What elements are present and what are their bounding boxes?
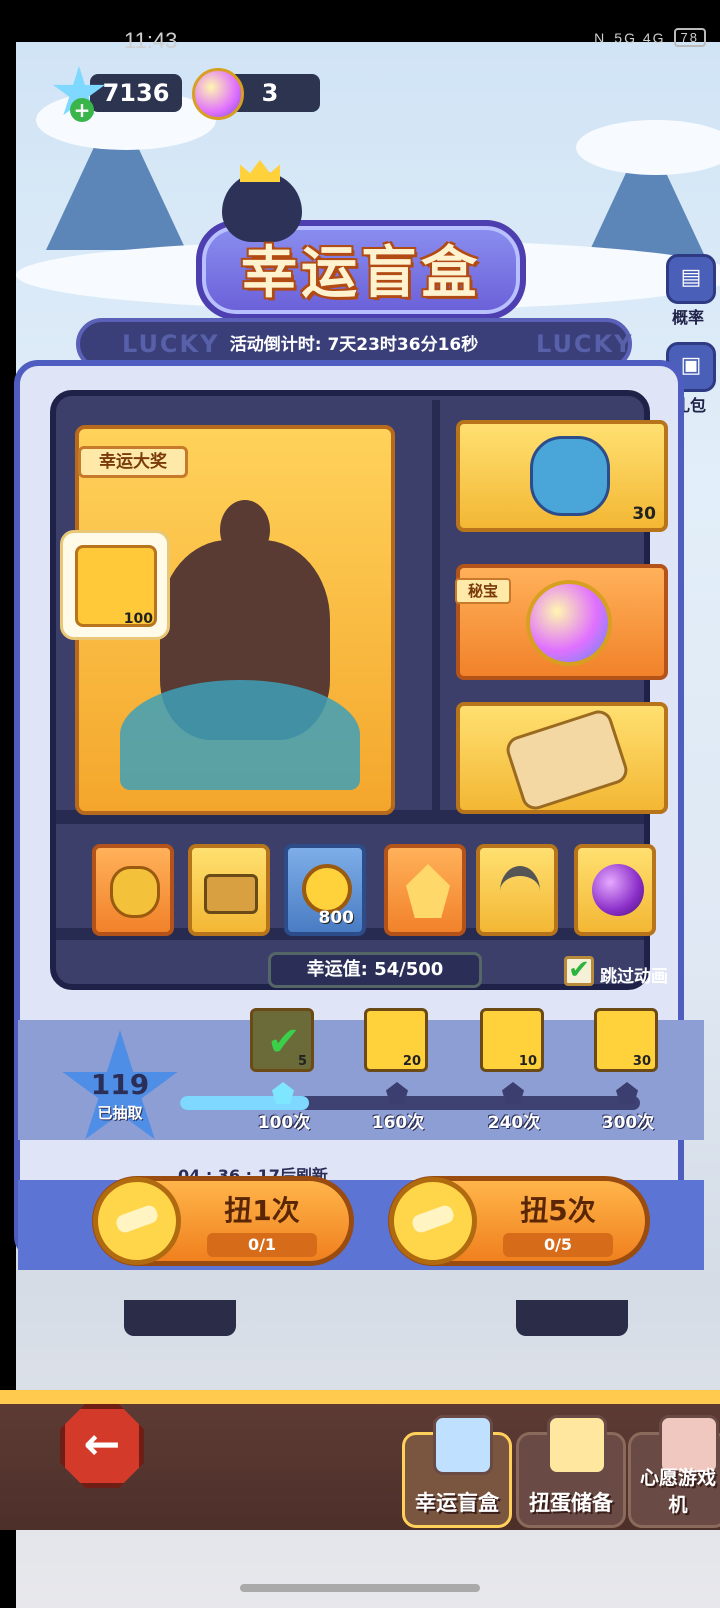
tab-wish-game-machine[interactable]: 心愿游戏机	[628, 1415, 720, 1528]
milestone-label: 100次	[257, 1113, 311, 1133]
prize-card-scroll[interactable]	[456, 702, 668, 814]
pull-coin-icon	[93, 1177, 181, 1265]
milestone-reward-3[interactable]: 10	[480, 1008, 544, 1072]
milestone-reward-2[interactable]: 20	[364, 1008, 428, 1072]
purple-orb-icon	[592, 864, 644, 916]
coin-icon	[302, 864, 352, 914]
character-head	[220, 500, 270, 560]
crystal-count: 7136	[102, 79, 170, 107]
milestone-label: 160次	[371, 1113, 425, 1133]
orb-icon	[192, 68, 244, 120]
orb-icon	[526, 580, 612, 666]
page-title: 幸运盲盒	[241, 241, 481, 306]
milestone-label: 240次	[487, 1113, 541, 1133]
prize-card-puzzle[interactable]: 30	[456, 420, 668, 532]
pull-five-label: 扭5次	[520, 1194, 596, 1227]
pull-five-button[interactable]: 扭5次 0/5	[388, 1176, 650, 1266]
crystal-counter: 7136	[90, 74, 182, 112]
milestone-qty: 5	[297, 1054, 307, 1069]
crystal-cluster-icon	[406, 864, 450, 918]
money-bag-icon	[110, 866, 160, 918]
pull-coin-icon	[389, 1177, 477, 1265]
puzzle-character-icon	[530, 436, 610, 516]
bonus-qty: 100	[123, 611, 153, 627]
prize-card-purple-orb[interactable]	[574, 844, 656, 936]
shelf-divider	[432, 400, 440, 820]
machine-leg	[516, 1300, 628, 1336]
tab-lucky-box[interactable]: 幸运盲盒	[402, 1415, 512, 1528]
scroll-icon	[502, 706, 632, 814]
machine-leg	[124, 1300, 236, 1336]
orb-count: 3	[261, 79, 279, 107]
prize-card-coin[interactable]: 800	[284, 844, 366, 936]
odds-label: 概率	[672, 308, 705, 327]
add-crystal-icon[interactable]: +	[70, 98, 94, 122]
grand-prize-bonus[interactable]: 100	[60, 530, 170, 640]
pull-once-label: 扭1次	[224, 1194, 300, 1227]
milestone-qty: 30	[632, 1054, 651, 1069]
prize-card-pickaxe[interactable]	[476, 844, 558, 936]
pull-once-button[interactable]: 扭1次 0/1	[92, 1176, 354, 1266]
chest-icon	[204, 874, 258, 914]
battery-icon: 78	[673, 28, 706, 47]
draw-count-label: 已抽取	[97, 1104, 143, 1122]
pickaxe-icon	[500, 866, 540, 916]
tab-gacha-reserve[interactable]: 扭蛋储备	[516, 1415, 626, 1528]
prize-qty: 30	[632, 504, 656, 524]
event-countdown: 活动倒计时: 7天23时36分16秒	[229, 335, 479, 355]
reserve-icon	[547, 1415, 607, 1475]
water-wave	[120, 680, 360, 790]
draw-count: 119	[90, 1068, 150, 1101]
back-arrow-icon: ←	[83, 1419, 121, 1470]
document-icon: ▤	[680, 265, 702, 290]
pull-once-cost: 0/1	[207, 1233, 317, 1257]
pull-five-cost: 0/5	[503, 1233, 613, 1257]
grand-prize-character	[100, 480, 390, 800]
skip-animation-label[interactable]: 跳过动画	[600, 962, 668, 987]
prize-card-crystal[interactable]	[384, 844, 466, 936]
check-icon: ✔	[267, 1019, 301, 1065]
network-label: 5G 4G	[614, 29, 666, 46]
milestone-label: 300次	[601, 1113, 655, 1133]
lucky-value: 幸运值: 54/500	[268, 952, 482, 988]
status-bar: 11:43 N 5G 4G 78	[0, 0, 720, 53]
home-indicator[interactable]	[240, 1584, 480, 1592]
skip-animation-checkbox[interactable]: ✔	[564, 956, 594, 986]
prize-card-gold-bag[interactable]	[92, 844, 174, 936]
clover-box-icon	[433, 1415, 493, 1475]
milestone-qty: 20	[402, 1054, 421, 1069]
odds-button[interactable]: ▤	[666, 254, 716, 304]
status-icons: N 5G 4G 78	[594, 28, 706, 47]
gift-icon: ▣	[680, 353, 702, 378]
tab-label: 扭蛋储备	[529, 1491, 613, 1515]
prize-qty: 800	[318, 908, 355, 928]
tab-label: 幸运盲盒	[415, 1491, 499, 1515]
milestone-reward-4[interactable]: 30	[594, 1008, 658, 1072]
grand-prize-label: 幸运大奖	[78, 446, 188, 478]
prize-card-chest[interactable]	[188, 844, 270, 936]
nfc-icon: N	[594, 29, 607, 46]
status-time: 11:43	[124, 28, 178, 53]
tab-label: 心愿游戏机	[639, 1467, 716, 1516]
milestone-qty: 10	[518, 1054, 537, 1069]
secret-label: 秘宝	[455, 578, 511, 604]
milestone-reward-1[interactable]: ✔ 5	[250, 1008, 314, 1072]
